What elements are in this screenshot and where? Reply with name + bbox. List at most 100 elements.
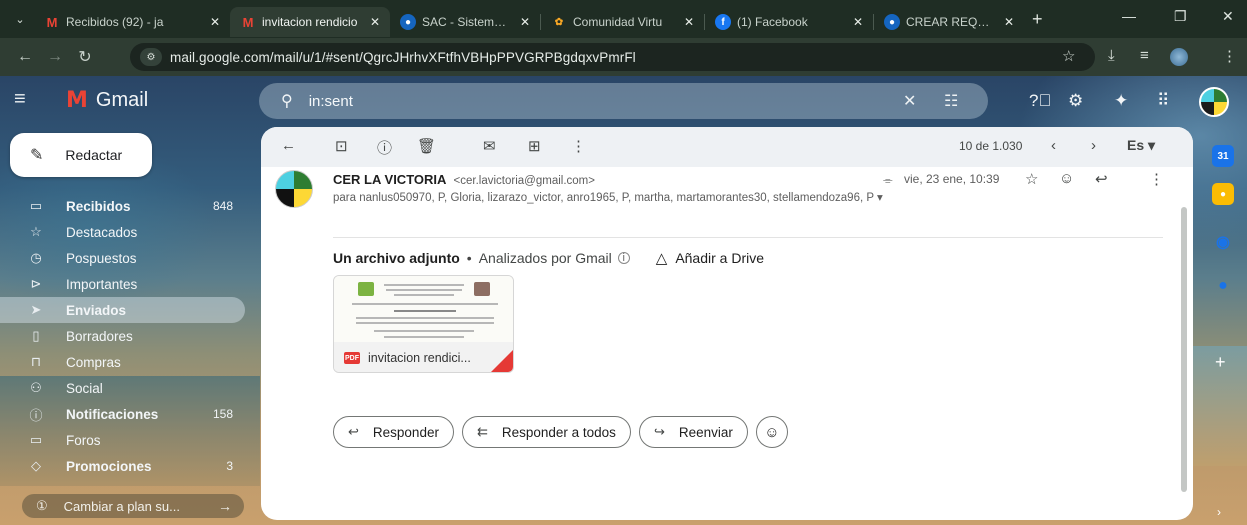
profile-avatar[interactable] — [1170, 48, 1188, 66]
more-options-icon[interactable]: ⋮ — [571, 137, 586, 155]
browser-tab[interactable]: M Recibidos (92) - ja ✕ — [34, 7, 230, 37]
search-input[interactable]: in:sent — [309, 93, 353, 110]
contacts-icon[interactable]: ● — [1212, 275, 1234, 297]
url-field[interactable]: ⚙ mail.google.com/mail/u/1/#sent/QgrcJHr… — [130, 43, 1095, 71]
reply-all-button[interactable]: ⇇ Responder a todos — [461, 416, 631, 448]
search-bar[interactable]: ⚲ in:sent ✕ ☷ — [259, 83, 988, 119]
browser-tab[interactable]: ● SAC - Sistema de ✕ — [390, 7, 540, 37]
sidebar-item-destacados[interactable]: ☆ Destacados — [0, 219, 245, 245]
attachment-card[interactable]: PDF invitacion rendici... — [333, 275, 514, 373]
star-icon[interactable]: ☆ — [1025, 170, 1038, 188]
mark-unread-icon[interactable]: ✉ — [483, 137, 496, 155]
sidebar-item-borradores[interactable]: ▯ Borradores — [0, 323, 245, 349]
tab-close-icon[interactable]: ✕ — [210, 15, 220, 29]
site-info-icon[interactable]: ⚙ — [140, 48, 162, 66]
sidebar-item-social[interactable]: ⚇ Social — [0, 375, 245, 401]
tab-close-icon[interactable]: ✕ — [1004, 15, 1014, 29]
sidebar-item-promociones[interactable]: ◇ Promociones 3 — [0, 453, 245, 479]
search-icon[interactable]: ⚲ — [281, 91, 293, 111]
sidebar-item-enviados[interactable]: ➤ Enviados — [0, 297, 245, 323]
upgrade-plan-button[interactable]: ① Cambiar a plan su... → — [22, 494, 244, 518]
sidebar-item-foros[interactable]: ▭ Foros — [0, 427, 245, 453]
more-options-icon[interactable]: ⋮ — [1149, 170, 1164, 188]
inbox-icon: ▭ — [29, 198, 43, 213]
older-chevron-icon[interactable]: › — [1091, 137, 1096, 154]
newer-chevron-icon[interactable]: ‹ — [1051, 137, 1056, 154]
drive-add-icon: △ — [655, 250, 668, 267]
clear-search-icon[interactable]: ✕ — [903, 91, 916, 111]
browser-tab[interactable]: ✿ Comunidad Virtu ✕ — [541, 7, 704, 37]
sender-line: CER LA VICTORIA <cer.lavictoria@gmail.co… — [333, 172, 595, 187]
browser-tab[interactable]: f (1) Facebook ✕ — [705, 7, 873, 37]
report-spam-icon[interactable]: ⓘ — [377, 137, 392, 158]
reply-icon[interactable]: ↩ — [1095, 170, 1108, 188]
sidebar-item-importantes[interactable]: ⊳ Importantes — [0, 271, 245, 297]
calendar-icon[interactable]: 31 — [1212, 145, 1234, 167]
main-menu-icon[interactable]: ≡ — [14, 88, 26, 111]
search-options-icon[interactable]: ☷ — [944, 91, 958, 111]
page-fold-corner — [491, 350, 513, 372]
emoji-reaction-button[interactable]: ☺ — [755, 416, 788, 448]
account-avatar[interactable] — [1199, 87, 1229, 117]
tab-close-icon[interactable]: ✕ — [520, 15, 530, 29]
forward-icon: ↪ — [653, 424, 665, 439]
sidebar-item-recibidos[interactable]: ▭ Recibidos 848 — [0, 193, 245, 219]
forward-arrow-icon[interactable]: → — [40, 48, 70, 66]
message-view: ← ⊡ ⓘ 🗑 ✉ ⊞ ⋮ 10 de 1.030 ‹ › Es ▾ CER L… — [261, 127, 1193, 520]
sac-icon: ● — [400, 14, 416, 30]
expand-panel-icon[interactable]: › — [1217, 505, 1221, 519]
delete-icon[interactable]: 🗑 — [417, 137, 436, 155]
tab-search-chevron-icon[interactable]: ⌄ — [6, 7, 34, 31]
move-to-icon[interactable]: ⊞ — [528, 137, 541, 155]
add-to-drive-button[interactable]: △ Añadir a Drive — [656, 249, 764, 267]
recipients-text: para nanlus050970, P, Gloria, lizarazo_v… — [333, 192, 874, 204]
info-icon[interactable]: i — [617, 252, 630, 264]
attachment-filename: invitacion rendici... — [368, 351, 471, 365]
emoji-reaction-icon[interactable]: ☺ — [1059, 170, 1074, 187]
back-arrow-icon[interactable]: ← — [10, 48, 40, 66]
gmail-icon: M — [66, 88, 88, 113]
settings-gear-icon[interactable]: ⚙ — [1068, 91, 1083, 111]
sidebar-nav: ▭ Recibidos 848 ☆ Destacados ◷ Pospuesto… — [0, 193, 245, 479]
back-to-list-icon[interactable]: ← — [281, 137, 296, 154]
caret-down-icon[interactable]: ▾ — [877, 192, 883, 204]
input-tools-button[interactable]: Es ▾ — [1127, 137, 1155, 154]
scrollbar[interactable] — [1181, 207, 1187, 492]
download-icon[interactable]: ⤓ — [1108, 47, 1115, 64]
sidebar-item-pospuestos[interactable]: ◷ Pospuestos — [0, 245, 245, 271]
document-logo — [358, 282, 374, 296]
reading-list-icon[interactable]: ≡ — [1140, 47, 1149, 64]
compose-button[interactable]: ✎ Redactar — [10, 133, 152, 177]
bookmark-star-icon[interactable]: ☆ — [1062, 47, 1075, 65]
sidebar-item-compras[interactable]: ⊓ Compras — [0, 349, 245, 375]
minimize-icon[interactable]: — — [1122, 8, 1136, 24]
browser-tab-active[interactable]: M invitacion rendicio ✕ — [230, 7, 390, 37]
tab-close-icon[interactable]: ✕ — [684, 15, 694, 29]
window-close-icon[interactable]: ✕ — [1222, 8, 1234, 25]
send-icon: ➤ — [30, 302, 42, 317]
sidebar-item-label: Borradores — [66, 328, 133, 344]
browser-tab[interactable]: ● CREAR REQUERIN ✕ — [874, 7, 1024, 37]
browser-menu-icon[interactable]: ⋮ — [1222, 47, 1237, 65]
recipients-line[interactable]: para nanlus050970, P, Gloria, lizarazo_v… — [333, 190, 883, 204]
tab-title: invitacion rendicio — [262, 15, 358, 29]
tasks-icon[interactable]: ◉ — [1212, 231, 1234, 253]
tab-close-icon[interactable]: ✕ — [853, 15, 863, 29]
sidebar-item-notificaciones[interactable]: ⓘ Notificaciones 158 — [0, 401, 245, 427]
tab-close-icon[interactable]: ✕ — [370, 15, 380, 29]
apps-grid-icon[interactable]: ⠿ — [1157, 91, 1169, 111]
forward-button[interactable]: ↪ Reenviar — [638, 416, 748, 448]
tab-title: CREAR REQUERIN — [906, 15, 994, 29]
archive-icon[interactable]: ⊡ — [335, 137, 348, 155]
keep-icon[interactable]: ● — [1212, 183, 1234, 205]
gmail-logo[interactable]: M Gmail — [66, 88, 148, 113]
add-addon-icon[interactable]: + — [1215, 352, 1226, 373]
new-tab-button[interactable]: + — [1032, 9, 1043, 30]
reply-button[interactable]: ↩ Responder — [333, 416, 454, 448]
restore-icon[interactable]: ❐ — [1174, 8, 1187, 25]
gemini-sparkle-icon[interactable]: ✦ — [1114, 91, 1128, 111]
help-icon[interactable]: ?⃝ — [1029, 91, 1051, 111]
sender-avatar[interactable] — [275, 170, 313, 208]
reload-icon[interactable]: ↻ — [70, 47, 100, 67]
pencil-icon: ✎ — [30, 147, 44, 164]
